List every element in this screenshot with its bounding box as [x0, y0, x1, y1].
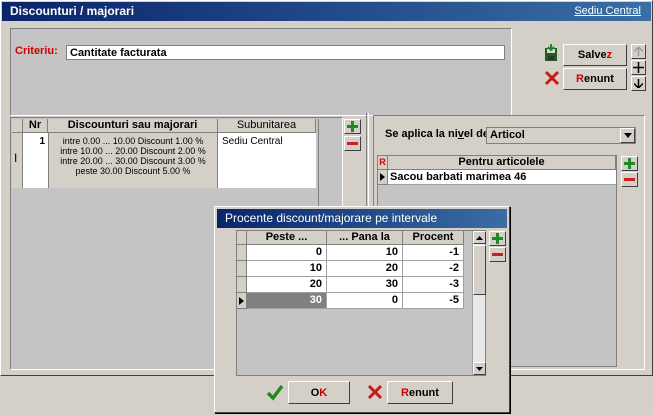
cell-peste-selected[interactable]: 30 — [247, 293, 327, 309]
move-arrows-icon — [633, 62, 644, 73]
discount-line: intre 0.00 ... 10.00 Discount 1.00 % — [62, 136, 204, 146]
dialog-cancel-button[interactable]: Renunt — [387, 381, 453, 404]
ok-button-hotkey: K — [319, 386, 328, 399]
save-icon — [543, 44, 559, 62]
level-select-dropdown[interactable] — [620, 128, 635, 143]
ok-button[interactable]: OK — [288, 381, 350, 404]
scroll-down-button[interactable] — [473, 362, 486, 375]
minus-icon — [624, 178, 635, 181]
cell-peste[interactable]: 10 — [247, 261, 327, 277]
move-up-button[interactable] — [631, 44, 646, 59]
criteria-panel — [10, 28, 512, 116]
row-pointer-icon — [239, 296, 244, 305]
arrow-up-icon — [634, 47, 643, 56]
window-title: Discounturi / majorari — [10, 4, 135, 18]
chevron-down-icon — [623, 133, 632, 138]
move-button[interactable] — [631, 60, 646, 75]
save-button[interactable]: Salve z — [563, 44, 627, 66]
interval-row-indicator[interactable] — [237, 245, 247, 261]
articles-row-indicator[interactable] — [378, 170, 388, 185]
save-button-hotkey: z — [606, 49, 613, 61]
save-button-label: Salve — [577, 49, 607, 61]
ok-button-label: O — [310, 386, 320, 399]
grid-header-nr: Nr — [23, 119, 48, 133]
row-pointer-icon — [380, 173, 385, 181]
arrow-down-icon — [634, 79, 643, 88]
cancel-x-icon — [367, 384, 383, 400]
cancel-x-icon — [544, 70, 560, 86]
grid-header-discounts: Discounturi sau majorari — [48, 119, 218, 133]
add-article-button[interactable] — [621, 156, 638, 171]
scroll-thumb[interactable] — [473, 245, 486, 295]
dialog-title: Procente discount/majorare pe intervale — [225, 211, 438, 225]
cell-pana[interactable]: 30 — [327, 277, 403, 293]
cancel-button-hotkey: R — [576, 73, 584, 85]
text-cursor-icon: I — [14, 151, 18, 165]
add-interval-button[interactable] — [489, 231, 506, 246]
level-select[interactable]: Articol — [486, 127, 636, 144]
level-label: Se aplica la nivel de — [385, 128, 489, 140]
cancel-button-label: enunt — [584, 73, 614, 85]
plus-icon — [624, 158, 635, 169]
dialog-titlebar: Procente discount/majorare pe intervale — [217, 209, 507, 228]
dialog-cancel-label: enunt — [409, 386, 439, 399]
interval-row-indicator[interactable] — [237, 277, 247, 293]
cell-pana[interactable]: 10 — [327, 245, 403, 261]
discount-line: intre 20.00 ... 30.00 Discount 3.00 % — [60, 156, 206, 166]
window-titlebar: Discounturi / majorari Sediu Central — [2, 2, 651, 21]
move-down-button[interactable] — [631, 76, 646, 91]
minus-icon — [347, 142, 358, 145]
remove-discount-button[interactable] — [344, 136, 361, 151]
plus-icon — [347, 121, 358, 132]
scroll-down-icon — [476, 366, 483, 371]
grid-cell-subunitate: Sediu Central — [222, 136, 283, 147]
discount-line: intre 10.00 ... 20.00 Discount 2.00 % — [60, 146, 206, 156]
scroll-up-button[interactable] — [473, 231, 486, 244]
header-procent: Procent — [403, 231, 464, 245]
level-select-value: Articol — [490, 129, 525, 141]
remove-interval-button[interactable] — [489, 247, 506, 262]
criteriu-input[interactable] — [66, 45, 505, 60]
header-pana-la: ... Pana la — [327, 231, 403, 245]
grid-row-indicator[interactable]: I — [12, 133, 23, 188]
intervals-scrollbar[interactable] — [472, 231, 486, 375]
cell-peste[interactable]: 20 — [247, 277, 327, 293]
minus-icon — [492, 253, 503, 256]
cell-procent[interactable]: -1 — [403, 245, 464, 261]
cell-peste[interactable]: 0 — [247, 245, 327, 261]
articles-marker: R — [378, 156, 388, 170]
check-icon — [266, 383, 284, 401]
dialog-cancel-hotkey: R — [401, 386, 409, 399]
grid-cell-nr: 1 — [39, 136, 45, 147]
articles-header: Pentru articolele — [388, 156, 616, 170]
cell-procent[interactable]: -5 — [403, 293, 464, 309]
header-peste: Peste ... — [247, 231, 327, 245]
add-discount-button[interactable] — [344, 119, 361, 134]
discount-line: peste 30.00 Discount 5.00 % — [75, 166, 191, 176]
intervals-header-indicator — [237, 231, 247, 245]
cell-procent[interactable]: -2 — [403, 261, 464, 277]
company-link[interactable]: Sediu Central — [574, 5, 641, 17]
remove-article-button[interactable] — [621, 172, 638, 187]
plus-icon — [492, 233, 503, 244]
scroll-up-icon — [476, 235, 483, 240]
interval-row-indicator[interactable] — [237, 261, 247, 277]
cancel-button[interactable]: Renunt — [563, 68, 627, 90]
level-row: Se aplica la nivel de — [385, 128, 489, 140]
interval-row-indicator-active[interactable] — [237, 293, 247, 309]
grid-header-indicator — [12, 119, 23, 133]
cell-pana[interactable]: 20 — [327, 261, 403, 277]
criteriu-label: Criteriu: — [15, 45, 58, 57]
cell-procent[interactable]: -3 — [403, 277, 464, 293]
grid-header-subunitate: Subunitarea — [218, 119, 316, 133]
cell-pana[interactable]: 0 — [327, 293, 403, 309]
grid-cell-discounts: intre 0.00 ... 10.00 Discount 1.00 % int… — [48, 133, 218, 188]
grid-row[interactable]: 1 intre 0.00 ... 10.00 Discount 1.00 % i… — [23, 133, 316, 188]
article-row[interactable]: Sacou barbati marimea 46 — [388, 170, 616, 185]
